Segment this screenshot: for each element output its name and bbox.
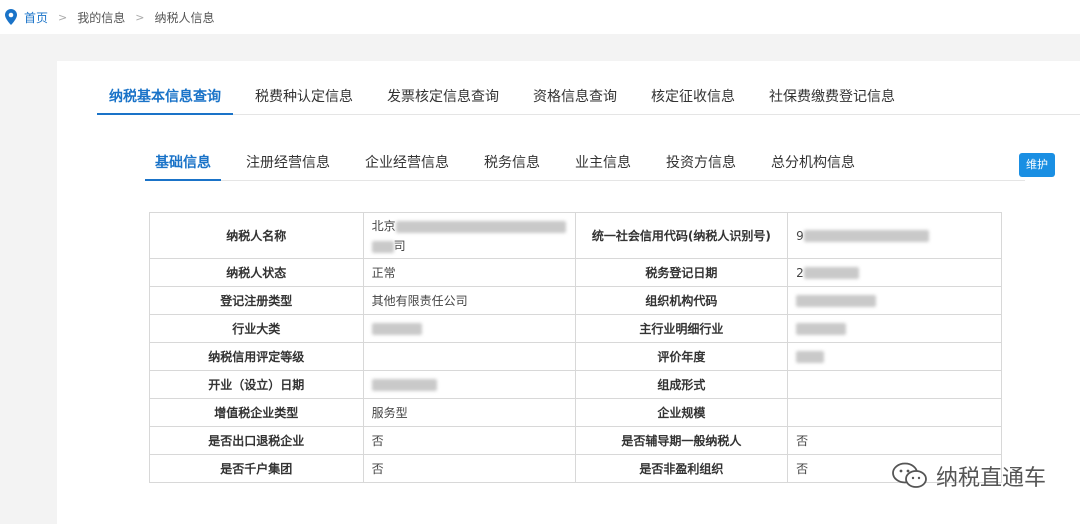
name-prefix: 北京 <box>371 219 396 233</box>
subtab-owner[interactable]: 业主信息 <box>565 149 641 181</box>
tab-social-security[interactable]: 社保费缴费登记信息 <box>757 83 907 115</box>
table-row: 登记注册类型 其他有限责任公司 组织机构代码 <box>149 286 1002 315</box>
redacted-mask <box>803 230 929 242</box>
value-org-code <box>787 286 1002 315</box>
table-row: 是否出口退税企业 否 是否辅导期一般纳税人 否 <box>149 426 1002 455</box>
wechat-icon <box>892 462 927 488</box>
top-tab-bar: 纳税基本信息查询 税费种认定信息 发票核定信息查询 资格信息查询 核定征收信息 … <box>97 83 1080 115</box>
breadcrumb: 首页 > 我的信息 > 纳税人信息 <box>0 0 1080 34</box>
value-industry <box>362 314 576 343</box>
label-cell: 评价年度 <box>574 342 789 371</box>
redacted-mask <box>796 323 847 335</box>
table-row: 纳税信用评定等级 评价年度 <box>149 342 1002 371</box>
redacted-mask <box>796 295 877 307</box>
value-cell <box>362 342 576 371</box>
value-open-date <box>362 370 576 399</box>
value-cell: 否 <box>362 426 576 455</box>
subtab-tax[interactable]: 税务信息 <box>474 149 550 181</box>
label-cell: 登记注册类型 <box>149 286 364 315</box>
taxpayer-info-table: 纳税人名称 北京 司 统一社会信用代码(纳税人识别号) 9 纳税人状态 正常 税… <box>149 212 1002 483</box>
redacted-mask <box>371 379 437 391</box>
value-cell <box>787 398 1002 427</box>
redacted-mask <box>803 267 859 279</box>
value-detail-industry <box>787 314 1002 343</box>
label-cell: 企业规模 <box>574 398 789 427</box>
label-cell: 纳税信用评定等级 <box>149 342 364 371</box>
breadcrumb-separator: > <box>135 10 145 24</box>
subtab-basic[interactable]: 基础信息 <box>145 149 221 181</box>
table-row: 是否千户集团 否 是否非盈利组织 否 <box>149 454 1002 483</box>
value-taxpayer-name: 北京 司 <box>362 212 576 259</box>
table-row: 行业大类 主行业明细行业 <box>149 314 1002 343</box>
value-registration-date: 2 <box>787 258 1002 287</box>
redacted-mask <box>796 351 825 363</box>
name-suffix: 司 <box>393 239 406 253</box>
label-cell: 是否非盈利组织 <box>574 454 789 483</box>
subtab-registration[interactable]: 注册经营信息 <box>236 149 340 181</box>
tab-invoice-approval[interactable]: 发票核定信息查询 <box>375 83 511 115</box>
redacted-mask <box>371 240 394 253</box>
value-cell: 否 <box>787 426 1002 455</box>
label-cell: 主行业明细行业 <box>574 314 789 343</box>
label-cell: 行业大类 <box>149 314 364 343</box>
sub-tab-bar: 基础信息 注册经营信息 企业经营信息 税务信息 业主信息 投资方信息 总分机构信… <box>145 149 1025 181</box>
label-cell: 组织机构代码 <box>574 286 789 315</box>
label-cell: 是否辅导期一般纳税人 <box>574 426 789 455</box>
subtab-operation[interactable]: 企业经营信息 <box>355 149 459 181</box>
tab-tax-type-recognition[interactable]: 税费种认定信息 <box>243 83 365 115</box>
value-eval-year <box>787 342 1002 371</box>
subtab-branch[interactable]: 总分机构信息 <box>761 149 865 181</box>
main-panel: 纳税基本信息查询 税费种认定信息 发票核定信息查询 资格信息查询 核定征收信息 … <box>57 61 1080 524</box>
table-row: 纳税人状态 正常 税务登记日期 2 <box>149 258 1002 287</box>
table-row: 纳税人名称 北京 司 统一社会信用代码(纳税人识别号) 9 <box>149 212 1002 259</box>
table-row: 增值税企业类型 服务型 企业规模 <box>149 398 1002 427</box>
tab-basic-info-query[interactable]: 纳税基本信息查询 <box>97 83 233 115</box>
label-cell: 是否千户集团 <box>149 454 364 483</box>
table-row: 开业（设立）日期 组成形式 <box>149 370 1002 399</box>
breadcrumb-home-link[interactable]: 首页 <box>24 9 48 26</box>
subtab-investor[interactable]: 投资方信息 <box>656 149 746 181</box>
tab-assessed-collection[interactable]: 核定征收信息 <box>639 83 747 115</box>
value-cell <box>787 370 1002 399</box>
label-cell: 纳税人名称 <box>149 212 364 259</box>
value-text: 2 <box>796 265 804 280</box>
value-cell: 否 <box>362 454 576 483</box>
label-cell: 统一社会信用代码(纳税人识别号) <box>574 212 789 259</box>
label-cell: 是否出口退税企业 <box>149 426 364 455</box>
maintain-button[interactable]: 维护 <box>1019 153 1055 177</box>
tab-qualification[interactable]: 资格信息查询 <box>521 83 629 115</box>
value-cell: 正常 <box>362 258 576 287</box>
breadcrumb-separator: > <box>58 10 68 24</box>
redacted-mask <box>371 323 422 335</box>
label-cell: 纳税人状态 <box>149 258 364 287</box>
location-pin-icon <box>5 9 17 25</box>
label-cell: 增值税企业类型 <box>149 398 364 427</box>
value-text: 9 <box>796 228 804 243</box>
watermark: 纳税直通车 <box>890 460 1046 492</box>
breadcrumb-taxpayer-info: 纳税人信息 <box>154 10 215 25</box>
breadcrumb-my-info[interactable]: 我的信息 <box>77 9 125 26</box>
redacted-mask <box>395 220 566 233</box>
watermark-text: 纳税直通车 <box>935 466 1046 491</box>
value-cell: 其他有限责任公司 <box>362 286 576 315</box>
label-cell: 开业（设立）日期 <box>149 370 364 399</box>
value-cell: 服务型 <box>362 398 576 427</box>
label-cell: 税务登记日期 <box>574 258 789 287</box>
value-credit-code: 9 <box>787 212 1002 259</box>
label-cell: 组成形式 <box>574 370 789 399</box>
